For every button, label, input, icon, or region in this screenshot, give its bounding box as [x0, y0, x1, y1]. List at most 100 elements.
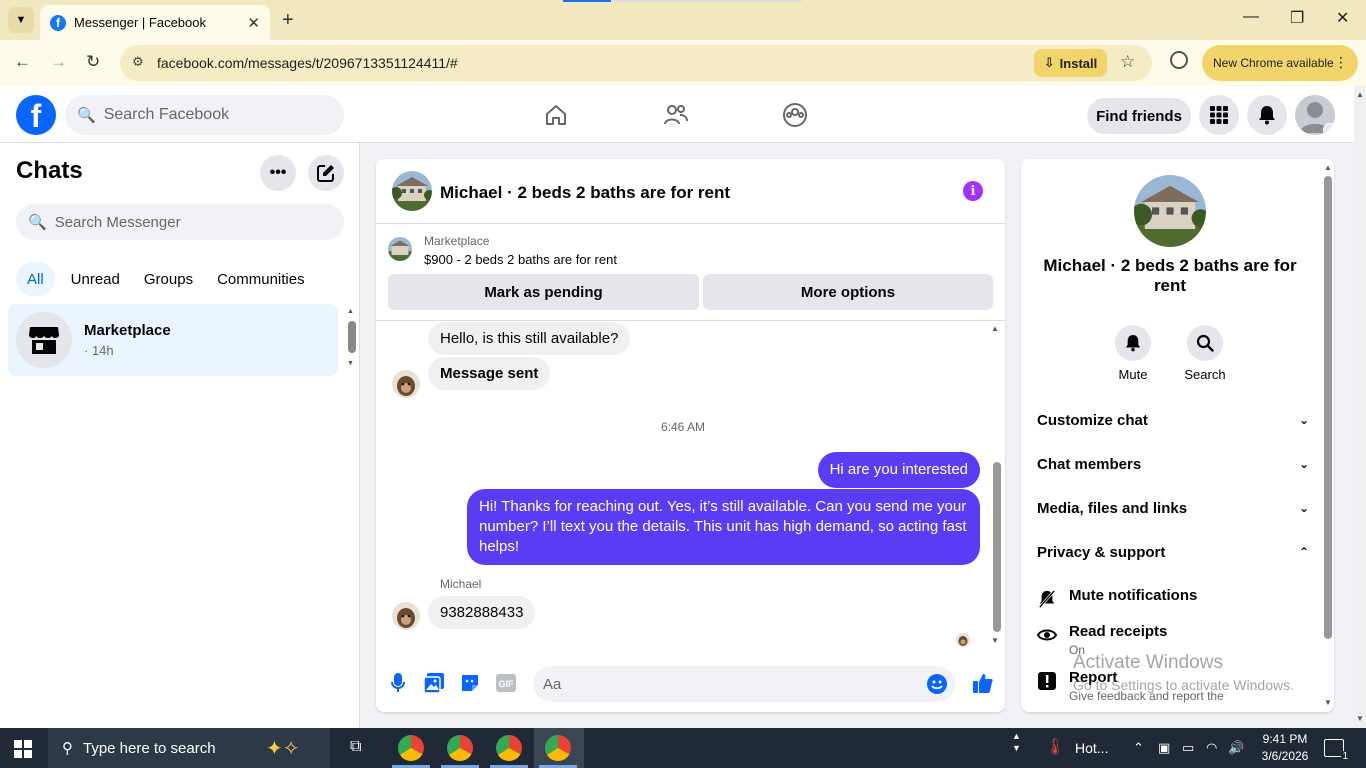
listing-profile-image[interactable]	[1134, 175, 1206, 247]
message-bubble-outgoing[interactable]: Hi! Thanks for reaching out. Yes, it’s s…	[467, 489, 980, 565]
read-receipts-label: Read receipts	[1069, 623, 1168, 640]
filter-all[interactable]: All	[16, 262, 55, 296]
volume-icon[interactable]: 🔊	[1228, 740, 1244, 756]
chat-list-scrollbar[interactable]: ▲ ▼	[347, 308, 357, 368]
mute-notifications-item[interactable]: Mute notifications	[1037, 587, 1307, 611]
menu-grid-button[interactable]	[1199, 95, 1239, 135]
address-bar[interactable]: ⚙ facebook.com/messages/t/20967133511244…	[120, 45, 1152, 81]
meet-icon[interactable]: ▣	[1158, 740, 1170, 756]
customize-chat-section[interactable]: Customize chat ⌄	[1037, 405, 1309, 435]
friends-icon[interactable]	[661, 100, 691, 130]
tab-close-icon[interactable]: ✕	[247, 14, 260, 32]
message-bubble-outgoing[interactable]: Hi are you interested	[817, 452, 980, 488]
chrome-profile-b-icon[interactable]	[496, 735, 522, 761]
groups-icon[interactable]	[780, 100, 810, 130]
more-options-button[interactable]: More options	[703, 274, 993, 310]
facebook-favicon-icon: f	[50, 14, 66, 31]
message-input[interactable]: Aa	[533, 666, 955, 702]
message-bubble-incoming[interactable]: Message sent	[428, 357, 551, 390]
taskbar-clock[interactable]: 9:41 PM 3/6/2026	[1250, 731, 1320, 765]
chats-options-button[interactable]: •••	[260, 155, 296, 191]
conversation-panel: Michael · 2 beds 2 baths are for rent i …	[376, 159, 1005, 712]
filter-groups[interactable]: Groups	[136, 262, 201, 296]
mute-button[interactable]: Mute	[1108, 325, 1158, 382]
mark-as-pending-button[interactable]: Mark as pending	[388, 274, 699, 310]
gif-icon[interactable]: GIF	[495, 672, 517, 694]
info-panel-scrollbar[interactable]: ▲ ▼	[1322, 163, 1334, 708]
account-avatar[interactable]: ⌄	[1295, 95, 1335, 135]
listing-thumbnail[interactable]	[388, 237, 412, 261]
message-list-scrollbar[interactable]: ▲ ▼	[990, 322, 1002, 652]
search-icon: 🔍	[77, 107, 96, 124]
wifi-icon[interactable]: ◠	[1206, 740, 1217, 756]
page-scrollbar[interactable]: ▲ ▼	[1354, 86, 1366, 728]
new-tab-button[interactable]: +	[282, 9, 294, 32]
find-friends-button[interactable]: Find friends	[1087, 98, 1191, 134]
chat-members-section[interactable]: Chat members ⌄	[1037, 449, 1309, 479]
bell-off-icon	[1037, 589, 1057, 609]
restore-button[interactable]: ❐	[1290, 8, 1304, 28]
chrome-profile-a-icon[interactable]	[447, 735, 473, 761]
message-bubble-incoming[interactable]: 9382888433	[428, 596, 536, 629]
browser-tab[interactable]: f Messenger | Facebook ✕	[40, 5, 270, 40]
section-label: Chat members	[1037, 455, 1142, 473]
bookmark-star-icon[interactable]: ☆	[1120, 52, 1135, 72]
site-info-icon[interactable]: ⚙	[132, 54, 144, 70]
notifications-button[interactable]	[1247, 95, 1287, 135]
tab-search-button[interactable]: ▼	[8, 7, 34, 33]
window-close-button[interactable]: ✕	[1336, 8, 1349, 28]
filter-unread[interactable]: Unread	[63, 262, 128, 296]
messenger-search-input[interactable]: 🔍 Search Messenger	[16, 204, 344, 240]
back-button[interactable]: ←	[14, 52, 31, 72]
minimize-button[interactable]: —	[1243, 8, 1259, 26]
install-app-button[interactable]: ⇩ Install	[1034, 49, 1107, 77]
url-text[interactable]: facebook.com/messages/t/2096713351124411…	[157, 55, 458, 71]
chrome-menu-icon[interactable]: ⋮	[1334, 54, 1348, 71]
battery-icon[interactable]: ▭	[1182, 740, 1194, 756]
home-icon[interactable]	[541, 100, 571, 130]
chat-list-item[interactable]: Marketplace · 14h	[8, 304, 338, 376]
chrome-profile-c-icon[interactable]	[545, 735, 571, 761]
watermark-title: Activate Windows	[1073, 652, 1223, 673]
report-icon	[1037, 671, 1057, 691]
tray-overflow-icon[interactable]: ⌃	[1133, 740, 1144, 756]
emoji-icon[interactable]	[927, 674, 947, 694]
task-view-icon[interactable]: ⧉	[350, 738, 361, 756]
media-files-links-section[interactable]: Media, files and links ⌄	[1037, 493, 1309, 523]
new-message-button[interactable]	[308, 155, 344, 191]
forward-button[interactable]: →	[50, 52, 67, 72]
notification-count: 1	[1341, 751, 1349, 762]
new-chrome-available-button[interactable]: New Chrome available ⋮	[1202, 45, 1358, 81]
message-bubble-incoming[interactable]: Hello, is this still available?	[428, 322, 631, 355]
clock-time: 9:41 PM	[1262, 732, 1308, 746]
windows-start-icon[interactable]	[14, 740, 32, 758]
sticker-icon[interactable]	[459, 672, 481, 694]
taskbar-scroll-icon[interactable]: ▲ ▼	[1012, 730, 1021, 754]
chrome-profile-icon[interactable]	[1170, 51, 1188, 69]
photo-icon[interactable]	[423, 672, 445, 694]
install-icon: ⇩	[1043, 55, 1055, 70]
info-icon[interactable]: i	[963, 181, 983, 201]
chat-name: Marketplace	[84, 322, 171, 339]
filter-communities[interactable]: Communities	[209, 262, 313, 296]
sender-avatar[interactable]	[392, 370, 420, 398]
browser-toolbar: ← → ↻ ⚙ facebook.com/messages/t/20967133…	[0, 40, 1366, 86]
privacy-support-section[interactable]: Privacy & support ⌃	[1037, 537, 1309, 567]
facebook-search-input[interactable]: 🔍 Search Facebook	[65, 95, 344, 135]
search-in-chat-button[interactable]: Search	[1180, 325, 1230, 382]
message-composer: GIF Aa	[376, 662, 1005, 704]
listing-price-title[interactable]: $900 - 2 beds 2 baths are for rent	[424, 252, 617, 267]
taskbar-search-input[interactable]: ⚲ Type here to search ✦✧	[48, 728, 330, 768]
section-label: Media, files and links	[1037, 499, 1188, 517]
watermark-subtitle: Go to Settings to activate Windows.	[1073, 677, 1294, 693]
conversation-title[interactable]: Michael · 2 beds 2 baths are for rent	[440, 183, 730, 203]
microphone-icon[interactable]	[387, 672, 409, 694]
sender-avatar[interactable]	[392, 602, 420, 630]
chrome-icon[interactable]	[398, 735, 424, 761]
listing-avatar[interactable]	[392, 171, 432, 211]
reload-button[interactable]: ↻	[86, 52, 100, 72]
facebook-logo-icon[interactable]: f	[16, 95, 56, 135]
notification-center-icon[interactable]: 1	[1324, 739, 1349, 762]
thumbs-up-icon[interactable]	[972, 672, 994, 694]
weather-label[interactable]: Hot...	[1075, 740, 1108, 756]
